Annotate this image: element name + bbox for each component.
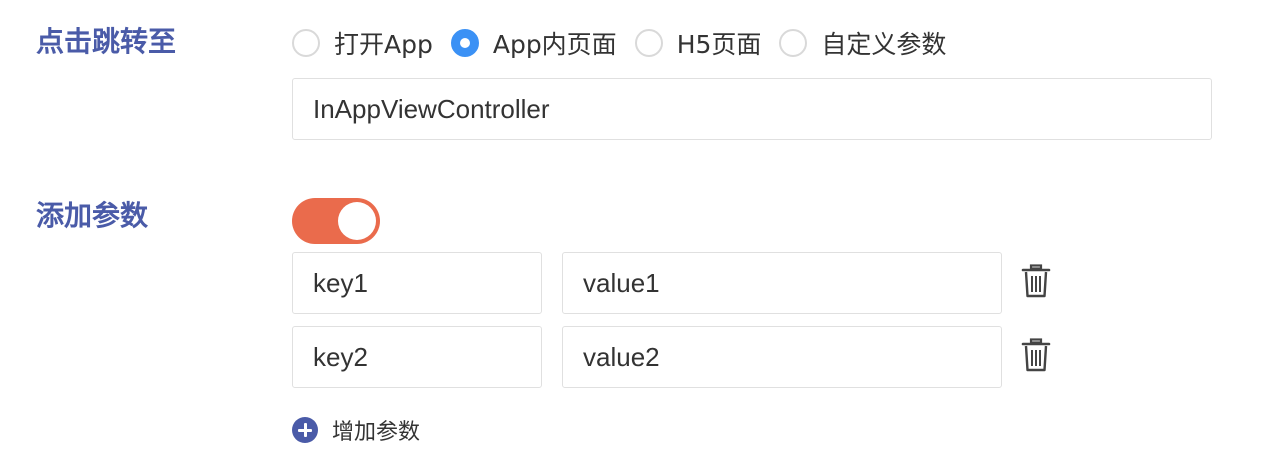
- radio-open-app[interactable]: 打开App: [292, 25, 433, 61]
- controller-name-input[interactable]: InAppViewController: [292, 78, 1212, 140]
- trash-icon[interactable]: [1020, 338, 1052, 372]
- radio-h5-page-label: H5页面: [676, 30, 762, 59]
- jump-settings-form: 点击跳转至 打开App App内页面 H5页面 自定义参数 InAppViewC…: [0, 0, 1274, 462]
- param-key-input-1[interactable]: key1: [292, 252, 542, 314]
- add-param-button[interactable]: 增加参数: [292, 414, 420, 446]
- radio-app-page[interactable]: App内页面: [450, 25, 617, 61]
- param-value-input-1[interactable]: value1: [562, 252, 1002, 314]
- radio-open-app-label: 打开App: [334, 30, 433, 59]
- jump-target-radio-group: 打开App App内页面 H5页面 自定义参数: [292, 26, 964, 60]
- toggle-knob: [338, 202, 376, 240]
- radio-custom-params[interactable]: 自定义参数: [779, 25, 946, 61]
- radio-open-app-circle[interactable]: [292, 29, 320, 57]
- jump-to-label: 点击跳转至: [36, 25, 177, 58]
- radio-custom-params-circle[interactable]: [779, 29, 808, 57]
- trash-icon-svg: [1021, 338, 1051, 372]
- plus-circle-icon[interactable]: [292, 417, 318, 443]
- trash-icon[interactable]: [1020, 264, 1052, 298]
- radio-h5-page-circle[interactable]: [634, 29, 663, 57]
- radio-app-page-label: App内页面: [492, 30, 617, 59]
- radio-h5-page[interactable]: H5页面: [634, 25, 762, 61]
- param-value-input-2[interactable]: value2: [562, 326, 1002, 388]
- radio-app-page-circle[interactable]: [450, 29, 479, 57]
- param-key-input-2[interactable]: key2: [292, 326, 542, 388]
- radio-custom-params-label: 自定义参数: [821, 30, 947, 59]
- add-params-toggle[interactable]: [292, 198, 380, 244]
- add-param-label: 增加参数: [332, 420, 421, 445]
- trash-icon-svg: [1021, 264, 1051, 298]
- add-params-label: 添加参数: [36, 199, 149, 232]
